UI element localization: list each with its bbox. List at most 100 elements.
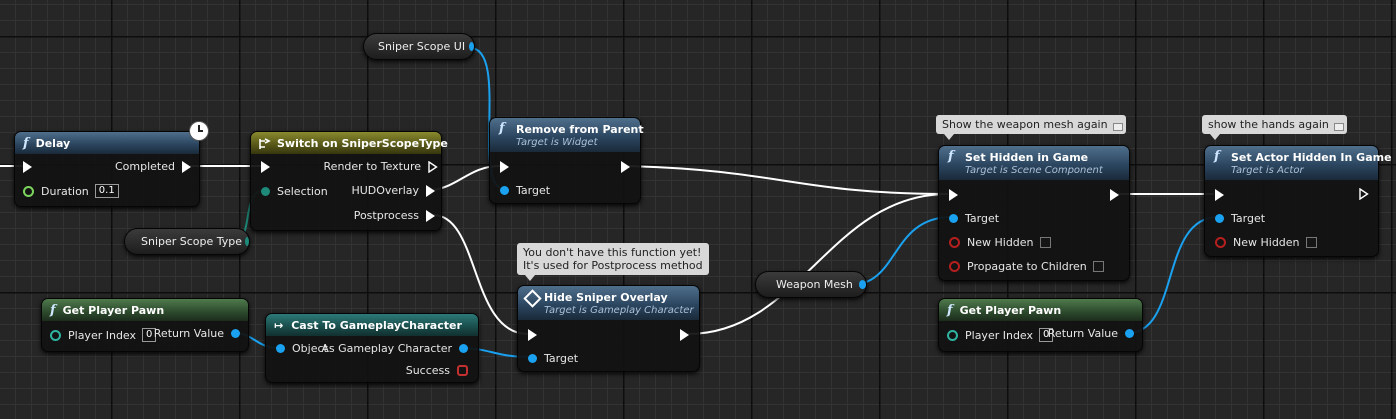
remove-exec-in[interactable] — [500, 161, 509, 173]
delay-completed-pin[interactable]: Completed — [115, 160, 191, 173]
remove-exec-out[interactable] — [621, 161, 630, 173]
hud-overlay-label: HUDOverlay — [351, 184, 419, 197]
duration-label: Duration — [41, 184, 89, 198]
set-actor-hidden-header[interactable]: f Set Actor Hidden In Game Target is Actor — [1205, 146, 1392, 180]
propagate-label: Propagate to Children — [967, 260, 1087, 273]
exec-in-icon — [528, 329, 537, 341]
weapon-mesh-variable[interactable]: Weapon Mesh — [755, 271, 867, 298]
propagate-checkbox[interactable] — [1092, 261, 1104, 272]
object-pin-icon — [1125, 329, 1134, 338]
set-hidden-in-game-node[interactable]: f Set Hidden in Game Target is Scene Compo… — [938, 145, 1130, 281]
hide-exec-in[interactable] — [528, 329, 537, 341]
duration-value-field[interactable]: 0.1 — [94, 184, 119, 198]
set-actor-hidden-node[interactable]: f Set Actor Hidden In Game Target is Actor… — [1204, 145, 1392, 257]
hide-sniper-overlay-subtitle: Target is Gameplay Character — [544, 304, 694, 316]
cast-node[interactable]: ↦ Cast To GameplayCharacter Object As Gam… — [265, 313, 479, 383]
hands-comment[interactable]: show the hands again — [1202, 115, 1347, 140]
delay-duration-pin[interactable]: Duration 0.1 — [23, 184, 119, 198]
get-player-pawn-left-node[interactable]: f Get Player Pawn Player Index 0 Return Va… — [41, 298, 249, 352]
remove-target-pin[interactable]: Target — [500, 184, 550, 197]
exec-out-icon — [1110, 189, 1119, 201]
exec-out-icon — [680, 329, 689, 341]
object-pin-icon — [528, 354, 537, 363]
bool-pin-icon — [949, 237, 960, 248]
weapon-mesh-comment[interactable]: Show the weapon mesh again — [936, 115, 1126, 140]
player-index-label: Player Index — [68, 328, 137, 342]
player-index-pin[interactable]: Player Index 0 — [947, 328, 1054, 342]
delay-node[interactable]: f Delay Completed Duration 0.1 — [14, 121, 209, 207]
hide-sniper-overlay-node[interactable]: Hide Sniper Overlay Target is Gameplay Ch… — [517, 285, 700, 372]
return-value-pin[interactable]: Return Value — [154, 327, 240, 340]
object-pin-icon — [231, 329, 240, 338]
set-actor-hidden-title: Set Actor Hidden In Game — [1231, 150, 1392, 164]
comment-resize-icon[interactable] — [1333, 123, 1344, 131]
set-actor-exec-out[interactable] — [1359, 188, 1369, 200]
weapon-mesh-comment-text: Show the weapon mesh again — [942, 118, 1108, 131]
get-player-pawn-right-title: Get Player Pawn — [959, 303, 1062, 317]
set-hidden-in-game-header[interactable]: f Set Hidden in Game Target is Scene Compo… — [939, 146, 1129, 180]
delay-header[interactable]: f Delay — [15, 132, 199, 154]
delay-exec-in[interactable] — [23, 161, 32, 173]
set-hidden-target-pin[interactable]: Target — [949, 212, 999, 225]
postprocess-label: Postprocess — [353, 209, 419, 222]
player-index-pin[interactable]: Player Index 0 — [50, 328, 157, 342]
switch-title: Switch on SniperScopeType — [277, 136, 448, 150]
sniper-scope-ui-variable[interactable]: Sniper Scope UI — [363, 33, 475, 60]
cast-object-pin[interactable]: Object — [276, 342, 328, 355]
hide-overlay-comment[interactable]: You don't have this function yet! It's u… — [517, 243, 709, 281]
get-player-pawn-left-header[interactable]: f Get Player Pawn — [42, 299, 248, 321]
set-actor-exec-in[interactable] — [1215, 189, 1224, 201]
sniper-scope-type-label: Sniper Scope Type — [141, 235, 243, 248]
new-hidden-checkbox[interactable] — [1305, 237, 1317, 248]
cast-as-character-pin[interactable]: As Gameplay Character — [321, 342, 468, 355]
object-pin-icon[interactable] — [468, 42, 474, 51]
set-hidden-new-hidden-pin[interactable]: New Hidden — [949, 236, 1051, 249]
hide-target-pin[interactable]: Target — [528, 352, 578, 365]
hands-comment-text: show the hands again — [1208, 118, 1329, 131]
get-player-pawn-right-header[interactable]: f Get Player Pawn — [939, 299, 1142, 321]
object-pin-icon[interactable] — [858, 280, 866, 289]
remove-from-parent-header[interactable]: f Remove from Parent Target is Widget — [490, 118, 644, 152]
int-pin-icon — [947, 329, 958, 341]
sniper-scope-type-variable[interactable]: Sniper Scope Type — [124, 228, 250, 255]
return-value-pin[interactable]: Return Value — [1048, 327, 1134, 340]
set-actor-hidden-subtitle: Target is Actor — [1231, 164, 1304, 176]
hide-exec-out[interactable] — [680, 329, 689, 341]
set-hidden-exec-out[interactable] — [1110, 189, 1119, 201]
set-hidden-in-game-title: Set Hidden in Game — [965, 150, 1089, 164]
object-pin-icon — [276, 344, 285, 353]
switch-postprocess-pin[interactable]: Postprocess — [354, 209, 435, 222]
get-player-pawn-right-node[interactable]: f Get Player Pawn Player Index 0 Return Va… — [938, 298, 1143, 352]
remove-from-parent-subtitle: Target is Widget — [516, 136, 598, 148]
hide-sniper-overlay-header[interactable]: Hide Sniper Overlay Target is Gameplay Ch… — [518, 286, 699, 320]
remove-from-parent-node[interactable]: f Remove from Parent Target is Widget Targ… — [489, 117, 644, 204]
cast-title: Cast To GameplayCharacter — [291, 318, 462, 332]
object-pin-icon — [949, 214, 958, 223]
return-value-label: Return Value — [1047, 327, 1118, 340]
object-pin-icon — [500, 186, 509, 195]
enum-pin-icon[interactable] — [245, 237, 249, 246]
comment-resize-icon[interactable] — [1112, 123, 1123, 131]
switch-selection-pin[interactable]: Selection — [261, 185, 328, 198]
switch-exec-in[interactable] — [261, 161, 270, 173]
set-hidden-propagate-pin[interactable]: Propagate to Children — [949, 260, 1104, 273]
exec-out-hollow-icon — [1359, 188, 1369, 200]
switch-hud-overlay-pin[interactable]: HUDOverlay — [351, 184, 435, 197]
diamond-icon — [523, 289, 542, 308]
get-player-pawn-left-title: Get Player Pawn — [62, 303, 165, 317]
switch-node[interactable]: Switch on SniperScopeType Selection Rend… — [250, 131, 448, 231]
cast-success-pin[interactable]: Success — [406, 364, 468, 377]
function-f-icon: f — [50, 302, 56, 318]
target-label: Target — [516, 184, 551, 197]
switch-header[interactable]: Switch on SniperScopeType — [251, 132, 448, 154]
cast-header[interactable]: ↦ Cast To GameplayCharacter — [266, 314, 478, 336]
set-actor-target-pin[interactable]: Target — [1215, 212, 1265, 225]
set-actor-new-hidden-pin[interactable]: New Hidden — [1215, 236, 1317, 249]
set-hidden-exec-in[interactable] — [949, 189, 958, 201]
switch-icon — [259, 138, 271, 149]
comment-line-2: It's used for Postprocess method — [523, 259, 703, 272]
new-hidden-checkbox[interactable] — [1039, 237, 1051, 248]
switch-render-to-texture-pin[interactable]: Render to Texture — [324, 160, 438, 173]
exec-out-hollow-icon — [428, 160, 438, 173]
enum-pin-icon — [261, 187, 270, 196]
